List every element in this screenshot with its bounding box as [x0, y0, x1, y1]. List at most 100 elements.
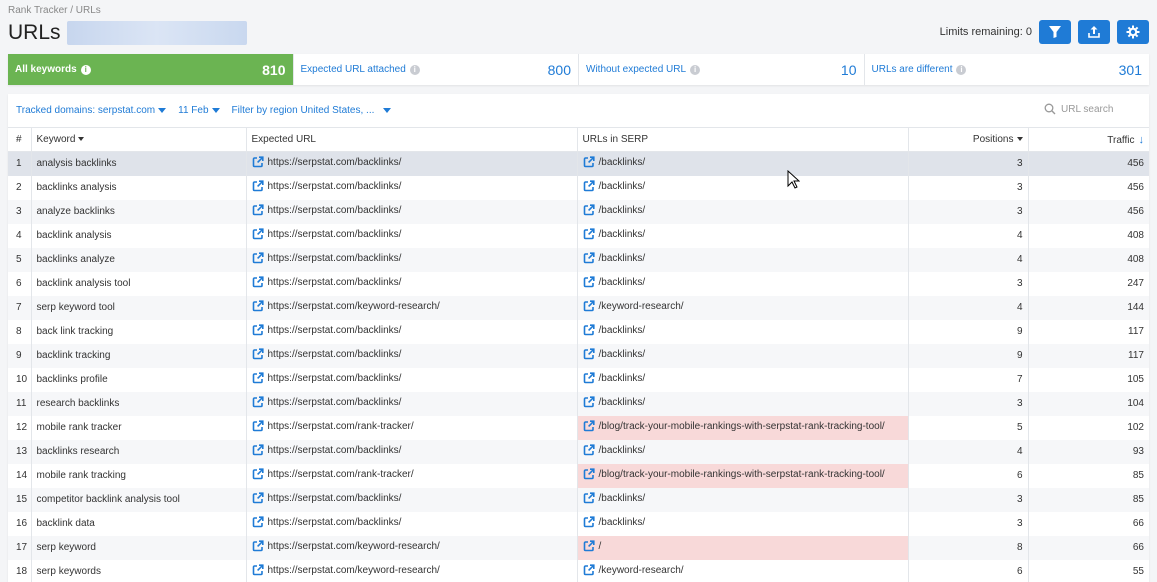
table-row[interactable]: 3 analyze backlinks https://serpstat.com/b… — [8, 199, 1149, 224]
table-row[interactable]: 17 serp keyword https://serpstat.com/keywo… — [8, 535, 1149, 560]
external-link-icon[interactable] — [252, 348, 264, 360]
external-link-icon[interactable] — [583, 156, 595, 168]
col-header-expected-url: Expected URL — [246, 127, 578, 152]
info-icon[interactable]: i — [956, 64, 967, 75]
table-row[interactable]: 18 serp keywords https://serpstat.com/keyw… — [8, 559, 1149, 582]
position-cell: 3 — [908, 175, 1029, 200]
external-link-icon[interactable] — [583, 300, 595, 312]
sort-caret-icon — [78, 137, 85, 142]
traffic-cell: 105 — [1028, 367, 1149, 392]
external-link-icon[interactable] — [583, 252, 595, 264]
info-icon[interactable]: i — [409, 64, 420, 75]
external-link-icon[interactable] — [583, 276, 595, 288]
settings-button[interactable] — [1117, 20, 1149, 44]
external-link-icon[interactable] — [583, 564, 595, 576]
external-link-icon[interactable] — [252, 300, 264, 312]
card-without-expected-url[interactable]: Without expected URL i 10 — [579, 54, 865, 85]
expected-url-text: https://serpstat.com/rank-tracker/ — [267, 468, 414, 480]
table-row[interactable]: 15 competitor backlink analysis tool https… — [8, 487, 1149, 512]
keyword-cell: backlinks analyze — [31, 247, 247, 272]
external-link-icon[interactable] — [583, 348, 595, 360]
position-cell: 4 — [908, 247, 1029, 272]
traffic-cell: 408 — [1028, 223, 1149, 248]
table-header-row: # Keyword Expected URL URLs in SERP Posi… — [8, 127, 1149, 152]
table-row[interactable]: 11 research backlinks https://serpstat.com… — [8, 391, 1149, 416]
expected-url-text: https://serpstat.com/backlinks/ — [267, 252, 402, 264]
tracked-domains-dropdown[interactable]: Tracked domains: serpstat.com — [16, 105, 167, 116]
external-link-icon[interactable] — [583, 324, 595, 336]
date-dropdown[interactable]: 11 Feb — [178, 105, 220, 116]
external-link-icon[interactable] — [252, 492, 264, 504]
external-link-icon[interactable] — [252, 276, 264, 288]
external-link-icon[interactable] — [583, 444, 595, 456]
table-row[interactable]: 10 backlinks profile https://serpstat.com/… — [8, 367, 1149, 392]
card-expected-url-attached[interactable]: Expected URL attached i 800 — [294, 54, 579, 85]
table-row[interactable]: 5 backlinks analyze https://serpstat.com/b… — [8, 247, 1149, 272]
col-header-keyword[interactable]: Keyword — [31, 127, 247, 152]
expected-url-cell: https://serpstat.com/backlinks/ — [246, 151, 578, 176]
info-icon[interactable]: i — [80, 64, 91, 75]
region-filter-dropdown[interactable]: Filter by region United States, ... — [232, 105, 392, 116]
serp-url-cell: /blog/track-your-mobile-rankings-with-se… — [577, 463, 909, 488]
external-link-icon[interactable] — [252, 540, 264, 552]
breadcrumb[interactable]: Rank Tracker / URLs — [8, 5, 101, 16]
table-row[interactable]: 16 backlink data https://serpstat.com/back… — [8, 511, 1149, 536]
external-link-icon[interactable] — [583, 420, 595, 432]
col-header-keyword-label: Keyword — [36, 134, 76, 145]
external-link-icon[interactable] — [252, 516, 264, 528]
serp-url-cell: /backlinks/ — [577, 511, 909, 536]
card-urls-different[interactable]: URLs are different i 301 — [865, 54, 1150, 85]
table-row[interactable]: 13 backlinks research https://serpstat.com… — [8, 439, 1149, 464]
traffic-cell: 144 — [1028, 295, 1149, 320]
keyword-cell: mobile rank tracker — [31, 415, 247, 440]
external-link-icon[interactable] — [252, 564, 264, 576]
row-number: 12 — [8, 415, 32, 440]
serp-url-cell: /backlinks/ — [577, 199, 909, 224]
keyword-cell: backlink analysis — [31, 223, 247, 248]
card-all-keywords[interactable]: All keywords i 810 — [8, 54, 294, 85]
table-row[interactable]: 2 backlinks analysis https://serpstat.com/… — [8, 175, 1149, 200]
external-link-icon[interactable] — [252, 180, 264, 192]
keyword-cell: mobile rank tracking — [31, 463, 247, 488]
col-header-traffic[interactable]: Traffic ↓ — [1028, 127, 1149, 152]
table-row[interactable]: 7 serp keyword tool https://serpstat.com/k… — [8, 295, 1149, 320]
position-cell: 9 — [908, 343, 1029, 368]
external-link-icon[interactable] — [583, 516, 595, 528]
external-link-icon[interactable] — [252, 372, 264, 384]
external-link-icon[interactable] — [583, 396, 595, 408]
col-header-positions[interactable]: Positions — [908, 127, 1029, 152]
external-link-icon[interactable] — [583, 180, 595, 192]
position-cell: 3 — [908, 151, 1029, 176]
table-row[interactable]: 9 backlink tracking https://serpstat.com/b… — [8, 343, 1149, 368]
filter-button[interactable] — [1039, 20, 1071, 44]
external-link-icon[interactable] — [583, 492, 595, 504]
external-link-icon[interactable] — [252, 156, 264, 168]
position-cell: 9 — [908, 319, 1029, 344]
export-button[interactable] — [1078, 20, 1110, 44]
keyword-cell: back link tracking — [31, 319, 247, 344]
external-link-icon[interactable] — [252, 396, 264, 408]
external-link-icon[interactable] — [252, 324, 264, 336]
external-link-icon[interactable] — [583, 372, 595, 384]
external-link-icon[interactable] — [583, 540, 595, 552]
table-row[interactable]: 1 analysis backlinks https://serpstat.com/… — [8, 151, 1149, 176]
serp-url-cell: /backlinks/ — [577, 175, 909, 200]
external-link-icon[interactable] — [252, 444, 264, 456]
external-link-icon[interactable] — [252, 252, 264, 264]
position-cell: 4 — [908, 295, 1029, 320]
table-row[interactable]: 4 backlink analysis https://serpstat.com/b… — [8, 223, 1149, 248]
info-icon[interactable]: i — [690, 64, 701, 75]
external-link-icon[interactable] — [252, 468, 264, 480]
external-link-icon[interactable] — [252, 228, 264, 240]
external-link-icon[interactable] — [252, 204, 264, 216]
external-link-icon[interactable] — [583, 204, 595, 216]
external-link-icon[interactable] — [583, 468, 595, 480]
table-row[interactable]: 14 mobile rank tracking https://serpstat.c… — [8, 463, 1149, 488]
table-row[interactable]: 6 backlink analysis tool https://serpstat.… — [8, 271, 1149, 296]
serp-url-text: /blog/track-your-mobile-rankings-with-se… — [598, 468, 885, 480]
external-link-icon[interactable] — [252, 420, 264, 432]
external-link-icon[interactable] — [583, 228, 595, 240]
table-row[interactable]: 8 back link tracking https://serpstat.com/… — [8, 319, 1149, 344]
table-row[interactable]: 12 mobile rank tracker https://serpstat.co… — [8, 415, 1149, 440]
url-search-input[interactable]: URL search — [1044, 103, 1139, 115]
